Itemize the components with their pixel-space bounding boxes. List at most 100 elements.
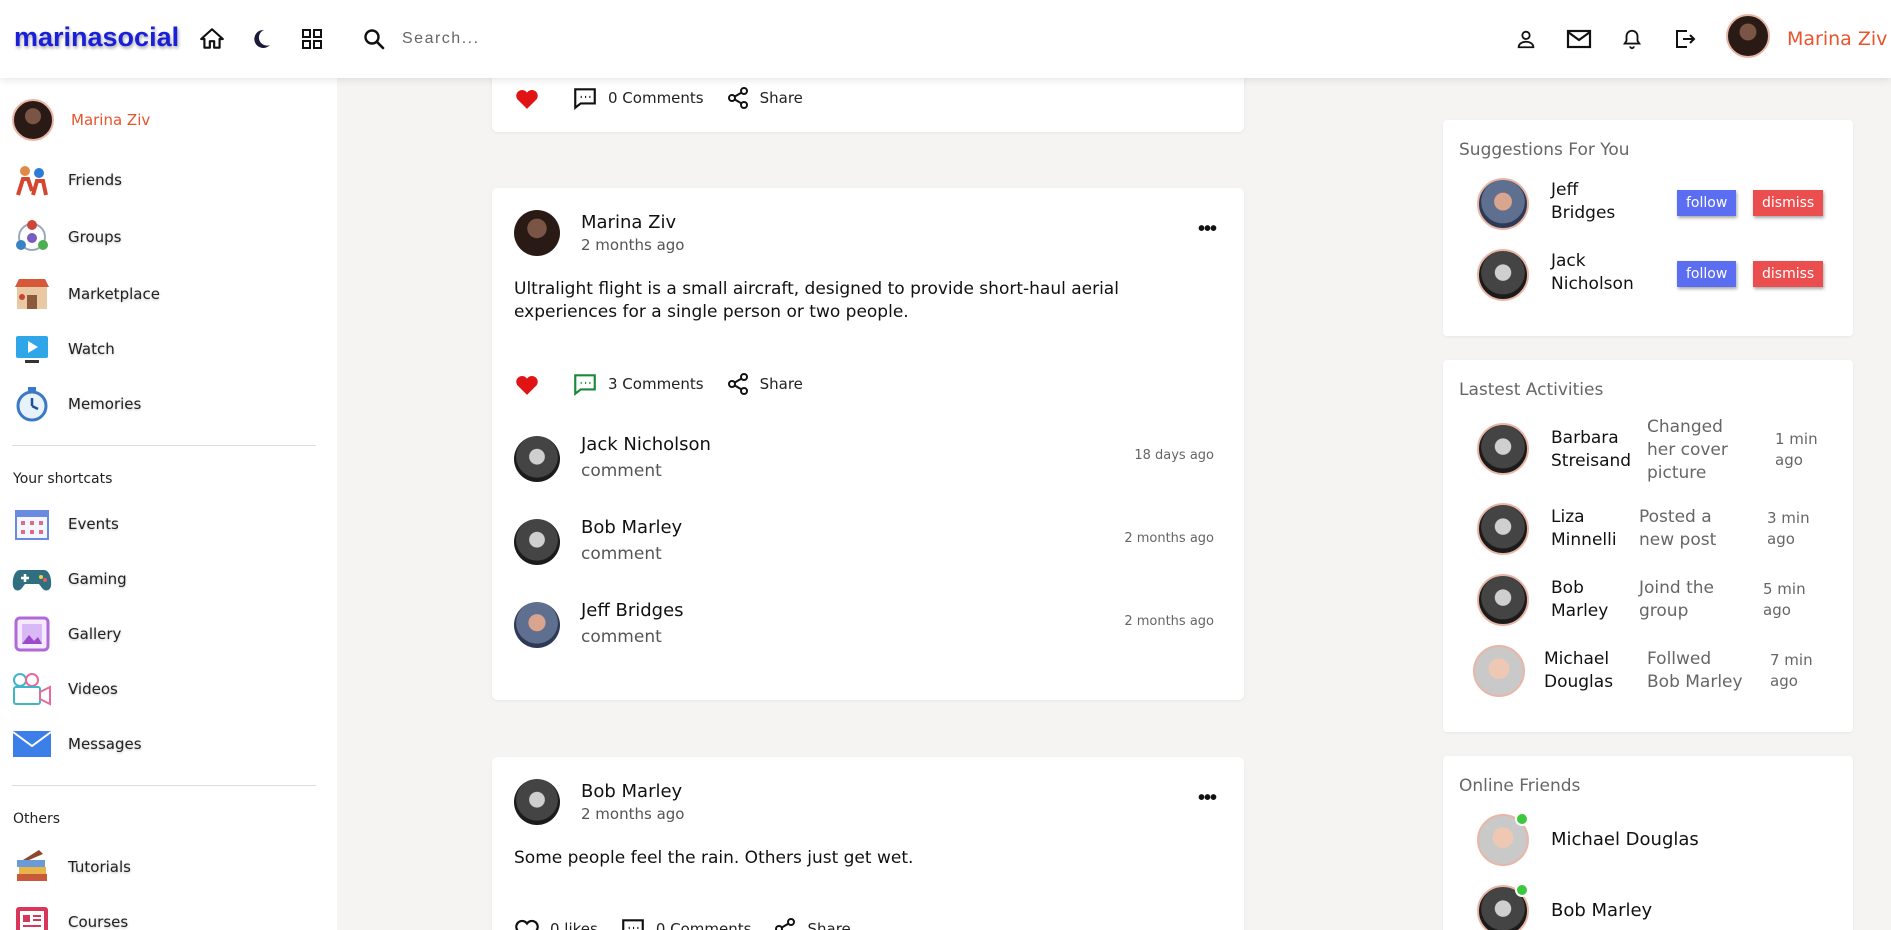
post-author-name[interactable]: Marina Ziv [581,212,676,233]
sidebar-item-friends[interactable]: Friends [12,160,122,200]
logout-icon[interactable] [1670,24,1700,54]
logo[interactable]: marinasocial [14,22,179,53]
more-options-icon[interactable]: ••• [1198,218,1217,241]
heart-filled-icon [516,89,538,109]
sidebar-item-label: Tutorials [68,858,131,876]
activity-name[interactable]: Michael Douglas [1544,648,1634,694]
videos-icon [12,669,52,709]
online-friend-item[interactable]: Bob Marley [1477,883,1837,930]
comment-icon [622,919,644,930]
comment-author[interactable]: Jack Nicholson [581,434,711,455]
online-status-dot [1515,883,1529,897]
comment-author[interactable]: Jeff Bridges [581,600,684,621]
sidebar-item-gallery[interactable]: Gallery [12,614,121,654]
gaming-icon [12,559,52,599]
post-timestamp: 2 months ago [581,236,685,254]
apps-grid-icon[interactable] [297,24,327,54]
comment-author[interactable]: Bob Marley [581,517,682,538]
watch-icon [12,329,52,369]
comment-avatar[interactable] [514,519,560,565]
activity-time: 3 min ago [1767,509,1810,548]
top-navbar: marinasocial Marina Ziv [0,0,1891,78]
share-button[interactable]: Share [773,917,851,930]
messages-icon [12,724,52,764]
comment-icon [574,374,596,396]
comment-avatar[interactable] [514,436,560,482]
person-icon[interactable] [1511,24,1541,54]
comment-item: Bob Marley comment 2 months ago [514,515,1214,571]
comment-avatar[interactable] [514,602,560,648]
more-options-icon[interactable]: ••• [1198,787,1217,810]
sidebar-divider [12,445,316,446]
activity-name[interactable]: Barbara Streisand [1551,427,1641,473]
home-icon[interactable] [197,24,227,54]
nav-user-name[interactable]: Marina Ziv [1787,28,1887,50]
comment-text: comment [581,627,662,647]
comments-button[interactable]: 0 Comments [620,917,751,930]
follow-button[interactable]: follow [1677,261,1737,287]
dismiss-button[interactable]: dismiss [1753,190,1824,216]
mail-icon[interactable] [1564,24,1594,54]
post-actions: 0 Comments Share [514,86,825,110]
sidebar-item-label: Groups [68,228,122,246]
shortcuts-heading: Your shortcats [13,471,113,487]
sidebar-item-label: Memories [68,395,142,413]
dismiss-button[interactable]: dismiss [1753,261,1824,287]
sidebar-item-label: Videos [68,680,118,698]
sidebar-profile-name: Marina Ziv [71,111,151,129]
share-label: Share [759,375,803,393]
online-friend-item[interactable]: Michael Douglas [1477,812,1837,868]
post-author-name[interactable]: Bob Marley [581,781,682,802]
like-button[interactable] [514,372,550,396]
activity-name[interactable]: Bob Marley [1551,577,1641,623]
sidebar-item-watch[interactable]: Watch [12,329,115,369]
share-button[interactable]: Share [726,372,803,396]
online-friends-title: Online Friends [1459,776,1581,796]
follow-button[interactable]: follow [1677,190,1737,216]
post-actions: 3 Comments Share [514,372,825,396]
dark-mode-icon[interactable] [246,24,276,54]
activity-description: Changed her cover picture [1647,417,1728,483]
activity-avatar[interactable] [1477,423,1529,475]
suggestion-item: Jeff Bridges follow dismiss [1477,178,1837,232]
sidebar-item-memories[interactable]: Memories [12,384,141,424]
suggestion-avatar[interactable] [1477,178,1529,230]
suggestion-avatar[interactable] [1477,249,1529,301]
comments-count: 0 Comments [608,89,704,107]
search-input[interactable] [402,26,702,52]
sidebar-item-groups[interactable]: Groups [12,217,121,257]
comments-button[interactable]: 3 Comments [572,372,704,396]
post-author-avatar[interactable] [514,210,560,256]
sidebar-profile[interactable]: Marina Ziv [12,99,151,141]
comments-button[interactable]: 0 Comments [572,86,704,110]
search-icon[interactable] [359,24,389,54]
activity-avatar[interactable] [1477,503,1529,555]
nav-user-avatar[interactable] [1726,14,1770,58]
sidebar-item-label: Courses [68,913,129,930]
activity-time: 5 min ago [1763,580,1806,619]
activity-item: Michael Douglas Follwed Bob Marley 7 min… [1473,645,1837,703]
sidebar-item-gaming[interactable]: Gaming [12,559,127,599]
share-button[interactable]: Share [726,86,803,110]
like-button[interactable]: 0 likes [514,917,598,930]
post-card: Marina Ziv 2 months ago ••• Ultralight f… [492,188,1244,700]
activity-name[interactable]: Liza Minnelli [1551,506,1641,552]
sidebar-item-tutorials[interactable]: Tutorials [12,847,131,887]
post-author-avatar[interactable] [514,779,560,825]
suggestion-name[interactable]: Jeff Bridges [1551,179,1641,225]
like-button[interactable] [514,86,550,110]
activity-item: Barbara Streisand Changed her cover pict… [1477,417,1837,483]
activity-avatar[interactable] [1477,574,1529,626]
sidebar-item-events[interactable]: Events [12,504,119,544]
notifications-bell-icon[interactable] [1617,24,1647,54]
share-icon [727,373,748,395]
sidebar-item-courses[interactable]: Courses [12,902,128,930]
activity-avatar[interactable] [1473,645,1525,697]
share-label: Share [807,920,851,930]
sidebar-item-videos[interactable]: Videos [12,669,118,709]
activities-title: Lastest Activities [1459,380,1604,400]
sidebar-item-label: Messages [68,735,142,753]
suggestion-name[interactable]: Jack Nicholson [1551,250,1641,296]
sidebar-item-marketplace[interactable]: Marketplace [12,274,160,314]
sidebar-item-messages[interactable]: Messages [12,724,142,764]
